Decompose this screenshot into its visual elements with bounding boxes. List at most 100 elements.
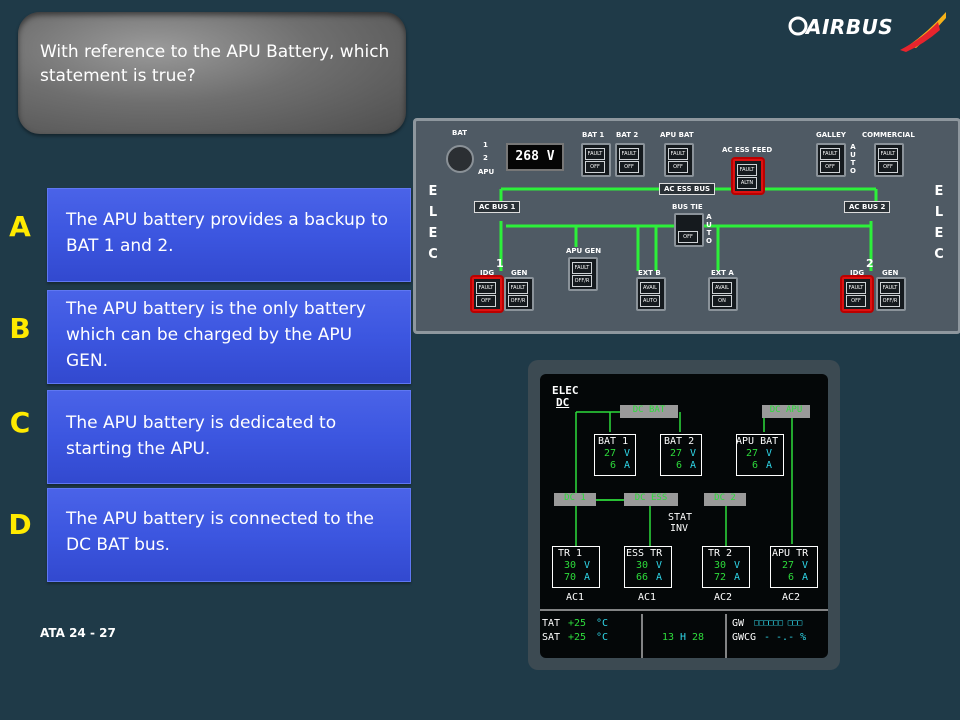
tr2-amp: 72 xyxy=(714,572,727,583)
bat1-volt: 27 xyxy=(604,448,617,459)
apu-bat-name: APU BAT xyxy=(736,436,779,447)
option-b-letter: B xyxy=(9,312,31,345)
gw-value: □□□□□□ □□□ xyxy=(754,618,803,627)
ecam-title-dc: DC xyxy=(556,396,570,409)
apu-tr-volt: 27 xyxy=(782,560,795,571)
gwcg-label: GWCG xyxy=(732,632,757,643)
ext-b-label: EXT B xyxy=(638,269,661,277)
elec-label-left: ELEC xyxy=(428,184,438,262)
tr2-volt: 30 xyxy=(714,560,727,571)
stat-label: STAT xyxy=(668,512,693,523)
dc2-bus: DC 2 xyxy=(704,493,746,506)
tr2-ac-source: AC2 xyxy=(714,592,733,603)
tat-label: TAT xyxy=(542,618,561,629)
option-b-text: The APU battery is the only battery whic… xyxy=(66,299,366,371)
bat-selector-label: BAT xyxy=(452,129,467,137)
dc1-bus: DC 1 xyxy=(554,493,596,506)
option-c-text: The APU battery is dedicated to starting… xyxy=(66,413,337,459)
ac-ess-feed-label: AC ESS FEED xyxy=(722,146,773,154)
option-d-letter: D xyxy=(8,508,32,541)
gen1-pushbutton[interactable]: FAULT OFF/R xyxy=(504,277,534,311)
ess-tr-amp-unit: A xyxy=(656,572,663,583)
dc-bat-bus: DC BAT xyxy=(620,405,678,418)
apu-tr-volt-unit: V xyxy=(802,560,809,571)
gw-label: GW xyxy=(732,618,745,629)
apu-gen-label: APU GEN xyxy=(566,247,602,255)
clock-hours: 13 xyxy=(662,632,675,643)
tr1-name: TR 1 xyxy=(558,548,583,559)
gen2-label: GEN xyxy=(882,269,899,277)
ecam-elec-dc-page: ELEC DC DC BAT DC APU BAT 1 27 V 6 A BAT… xyxy=(540,374,828,658)
tr1-amp: 70 xyxy=(564,572,577,583)
ac-ess-bus-label: AC ESS BUS xyxy=(659,183,716,195)
bat-pos-apu: APU xyxy=(478,168,495,176)
bat-selector-knob[interactable] xyxy=(446,145,474,173)
eng1-number: 1 xyxy=(496,257,504,270)
tr1-volt: 30 xyxy=(564,560,577,571)
bat-pos-2: 2 xyxy=(483,154,488,162)
option-a-letter: A xyxy=(9,210,31,243)
elec-label-right: ELEC xyxy=(934,184,944,262)
option-a[interactable]: The APU battery provides a backup to BAT… xyxy=(47,188,411,282)
commercial-pushbutton[interactable]: FAULT OFF xyxy=(874,143,904,177)
voltage-value: 268 V xyxy=(515,149,555,164)
galley-auto-label: A U T O xyxy=(850,143,856,175)
galley-label: GALLEY xyxy=(816,131,846,139)
apu-bat-pushbutton[interactable]: FAULT OFF xyxy=(664,143,694,177)
tat-value: +25 xyxy=(568,618,587,629)
idg1-label: IDG xyxy=(480,269,495,277)
apu-gen-pushbutton[interactable]: FAULT OFF/R xyxy=(568,257,598,291)
galley-pushbutton[interactable]: FAULT OFF xyxy=(816,143,846,177)
bus-tie-auto-label: A U T O xyxy=(706,213,712,245)
bat1-pushbutton[interactable]: FAULT OFF xyxy=(581,143,611,177)
dc-apu-bus: DC APU xyxy=(762,405,810,418)
tr2-name: TR 2 xyxy=(708,548,733,559)
apu-bat-label: APU BAT xyxy=(660,131,694,139)
tr1-volt-unit: V xyxy=(584,560,591,571)
sat-label: SAT xyxy=(542,632,561,643)
bus-tie-label: BUS TIE xyxy=(672,203,703,211)
tr1-amp-unit: A xyxy=(584,572,591,583)
bat2-pushbutton[interactable]: FAULT OFF xyxy=(615,143,645,177)
ext-a-pushbutton[interactable]: AVAIL ON xyxy=(708,277,738,311)
tat-unit: °C xyxy=(596,618,609,629)
elec-overhead-panel: ELEC ELEC BAT 1 2 APU 268 V BAT 1 BAT 2 … xyxy=(413,118,960,334)
ess-tr-volt-unit: V xyxy=(656,560,663,571)
idg2-pushbutton[interactable]: FAULT OFF xyxy=(842,277,872,311)
bat2-volt-unit: V xyxy=(690,448,697,459)
option-b[interactable]: The APU battery is the only battery whic… xyxy=(47,290,411,384)
apu-tr-ac-source: AC2 xyxy=(782,592,801,603)
gen2-pushbutton[interactable]: FAULT OFF/R xyxy=(876,277,906,311)
dc-ess-bus: DC ESS xyxy=(624,493,678,506)
bat1-name: BAT 1 xyxy=(598,436,629,447)
option-a-text: The APU battery provides a backup to BAT… xyxy=(66,210,389,256)
ext-a-label: EXT A xyxy=(711,269,734,277)
tr2-volt-unit: V xyxy=(734,560,741,571)
eng2-number: 2 xyxy=(866,257,874,270)
option-d[interactable]: The APU battery is connected to the DC B… xyxy=(47,488,411,582)
apu-tr-amp: 6 xyxy=(788,572,795,583)
bat1-volt-unit: V xyxy=(624,448,631,459)
bat2-amp: 6 xyxy=(676,460,683,471)
clock-minutes: 28 xyxy=(692,632,705,643)
inv-label: INV xyxy=(670,523,689,534)
ess-tr-ac-source: AC1 xyxy=(638,592,657,603)
ac-bus-2-label: AC BUS 2 xyxy=(844,201,891,213)
apu-bat-volt-unit: V xyxy=(766,448,773,459)
apu-tr-amp-unit: A xyxy=(802,572,809,583)
option-c-letter: C xyxy=(9,406,31,439)
idg1-pushbutton[interactable]: FAULT OFF xyxy=(472,277,502,311)
ess-tr-amp: 66 xyxy=(636,572,649,583)
apu-bat-amp-unit: A xyxy=(766,460,773,471)
ac-ess-feed-pushbutton[interactable]: FAULT ALTN xyxy=(733,159,763,193)
ext-b-pushbutton[interactable]: AVAIL AUTO xyxy=(636,277,666,311)
idg2-label: IDG xyxy=(850,269,865,277)
ac-bus-1-label: AC BUS 1 xyxy=(474,201,521,213)
gwcg-value: - -.- % xyxy=(764,632,807,643)
ess-tr-volt: 30 xyxy=(636,560,649,571)
bus-tie-pushbutton[interactable]: OFF xyxy=(674,213,704,247)
option-c[interactable]: The APU battery is dedicated to starting… xyxy=(47,390,411,484)
bat-pos-1: 1 xyxy=(483,141,488,149)
gen1-label: GEN xyxy=(511,269,528,277)
question-text: With reference to the APU Battery, which… xyxy=(40,42,390,86)
